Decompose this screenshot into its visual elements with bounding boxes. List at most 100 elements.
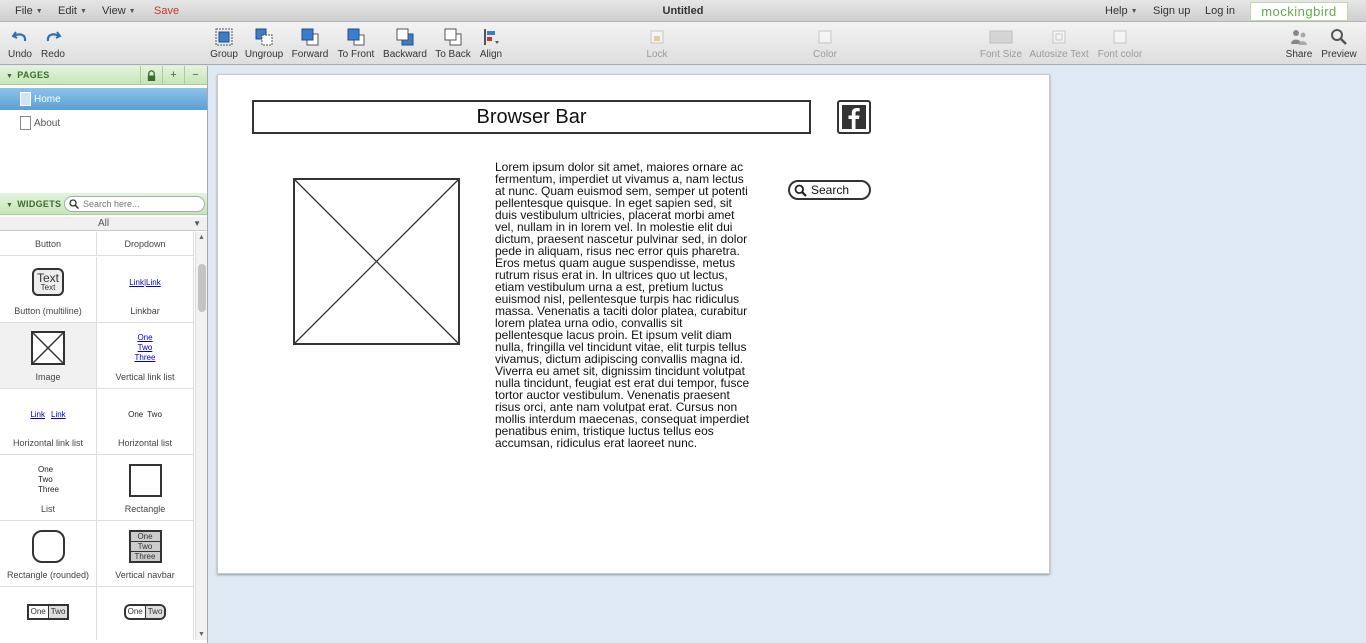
share-button[interactable]: Share xyxy=(1284,22,1314,65)
widget-horizontal-list[interactable]: One Two Horizontal list xyxy=(97,389,194,455)
forward-button[interactable]: Forward xyxy=(292,22,328,65)
widget-search-box[interactable] xyxy=(64,196,205,212)
bring-forward-icon xyxy=(301,28,319,46)
file-menu[interactable]: File ▼ xyxy=(15,5,43,17)
font-size-icon xyxy=(989,30,1013,44)
save-button[interactable]: Save xyxy=(154,5,179,17)
widget-vertical-link-list[interactable]: One Two Three Vertical link list xyxy=(97,323,194,389)
font-color-button[interactable]: Font color xyxy=(1097,22,1143,65)
font-size-button[interactable]: Font Size xyxy=(980,22,1022,65)
search-box-widget[interactable]: Search xyxy=(788,180,871,200)
paragraph-text-widget[interactable]: Lorem ipsum dolor sit amet, maiores orna… xyxy=(495,161,750,449)
widget-preview: One Two xyxy=(97,595,193,629)
edit-menu[interactable]: Edit ▼ xyxy=(58,5,87,17)
scrollbar-thumb[interactable] xyxy=(198,264,206,312)
file-menu-label: File xyxy=(15,5,33,17)
page-icon xyxy=(20,116,31,130)
mockup-canvas[interactable]: Browser Bar Lorem ipsum dolor sit amet, … xyxy=(217,74,1050,574)
autosize-text-button[interactable]: Autosize Text xyxy=(1029,22,1089,65)
search-label: Search xyxy=(811,183,850,197)
widget-preview: Link Link xyxy=(0,397,96,431)
widget-preview: Link | Link xyxy=(129,277,161,287)
preview-item: Two xyxy=(130,542,160,552)
share-icon xyxy=(1291,30,1307,45)
pages-header[interactable]: ▼ PAGES + − xyxy=(0,66,207,85)
ungroup-label: Ungroup xyxy=(244,49,284,60)
widget-label: Rectangle (rounded) xyxy=(6,570,90,580)
to-back-button[interactable]: To Back xyxy=(433,22,473,65)
ungroup-button[interactable]: Ungroup xyxy=(245,22,283,65)
view-menu-label: View xyxy=(102,5,126,17)
widget-label: Dropdown xyxy=(124,239,166,249)
widget-label: Rectangle xyxy=(124,504,166,514)
group-button[interactable]: Group xyxy=(208,22,240,65)
widget-button-multiline[interactable]: Text Text Button (multiline) xyxy=(0,257,97,323)
lock-label: Lock xyxy=(646,49,668,60)
image-placeholder-icon xyxy=(31,331,65,365)
preview-item: One xyxy=(126,606,146,618)
widget-button[interactable]: Button xyxy=(0,232,97,256)
log-in-link[interactable]: Log in xyxy=(1205,5,1235,17)
remove-page-button[interactable]: − xyxy=(184,66,206,85)
backward-button[interactable]: Backward xyxy=(383,22,427,65)
align-icon xyxy=(484,29,499,45)
mockingbird-logo[interactable]: mockingbird xyxy=(1250,2,1348,21)
help-menu[interactable]: Help ▼ xyxy=(1105,5,1138,17)
chevron-down-icon: ▼ xyxy=(79,8,87,15)
widget-preview: One Two Three xyxy=(0,463,96,497)
scroll-up-arrow-icon[interactable]: ▲ xyxy=(198,234,205,241)
facebook-icon[interactable] xyxy=(837,100,871,134)
widget-rectangle[interactable]: Rectangle xyxy=(97,455,194,521)
widget-preview: One Two Three xyxy=(97,331,193,365)
page-lock-button[interactable] xyxy=(140,66,162,85)
page-item-home[interactable]: Home xyxy=(0,88,207,110)
preview-link: One xyxy=(137,333,153,342)
widget-label: Vertical link list xyxy=(115,372,175,382)
align-button[interactable]: Align xyxy=(479,22,503,65)
widget-rounded-tab-bar[interactable]: One Two xyxy=(97,587,194,640)
browser-bar-widget[interactable]: Browser Bar xyxy=(252,100,811,134)
widget-linkbar[interactable]: Link | Link Linkbar xyxy=(97,257,194,323)
rounded-tab-bar-preview: One Two xyxy=(123,604,167,620)
page-item-about[interactable]: About xyxy=(0,112,207,134)
widget-label: Button xyxy=(34,239,62,249)
send-backward-icon xyxy=(396,28,414,46)
preview-item: One xyxy=(29,606,49,618)
image-placeholder-widget[interactable] xyxy=(293,178,460,345)
group-label: Group xyxy=(210,49,238,60)
widget-dropdown[interactable]: Dropdown xyxy=(97,232,194,256)
widget-list[interactable]: One Two Three List xyxy=(0,455,97,521)
to-front-button[interactable]: To Front xyxy=(335,22,377,65)
widget-preview xyxy=(0,331,96,365)
sign-up-link[interactable]: Sign up xyxy=(1153,5,1190,17)
widget-scrollbar[interactable]: ▲ ▼ xyxy=(195,232,207,640)
widget-vertical-navbar[interactable]: One Two Three Vertical navbar xyxy=(97,521,194,587)
font-size-label: Font Size xyxy=(979,49,1023,60)
scroll-down-arrow-icon[interactable]: ▼ xyxy=(198,631,205,638)
widgets-header-label: WIDGETS xyxy=(17,199,62,209)
bring-to-front-icon xyxy=(347,28,365,46)
to-front-label: To Front xyxy=(337,49,375,60)
widget-tab-bar[interactable]: One Two xyxy=(0,587,97,640)
widget-horizontal-link-list[interactable]: Link Link Horizontal link list xyxy=(0,389,97,455)
undo-button[interactable]: Undo xyxy=(6,22,34,65)
preview-item: Two xyxy=(48,606,68,618)
add-page-button[interactable]: + xyxy=(162,66,184,85)
lock-button[interactable]: Lock xyxy=(643,22,671,65)
widget-label: Horizontal link list xyxy=(12,438,84,448)
widget-image[interactable]: Image xyxy=(0,323,97,389)
redo-button[interactable]: Redo xyxy=(38,22,68,65)
preview-link: Link xyxy=(146,277,161,287)
preview-button[interactable]: Preview xyxy=(1320,22,1358,65)
color-label: Color xyxy=(813,49,837,60)
view-menu[interactable]: View ▼ xyxy=(102,5,136,17)
undo-icon xyxy=(11,31,27,42)
preview-text-line: Text xyxy=(36,271,59,285)
widget-filter-dropdown[interactable]: All ▼ xyxy=(0,217,207,231)
color-button[interactable]: Color xyxy=(810,22,840,65)
widget-search-input[interactable] xyxy=(83,198,198,210)
preview-item: Two xyxy=(38,475,53,484)
preview-link: Two xyxy=(137,343,153,352)
widget-rectangle-rounded[interactable]: Rectangle (rounded) xyxy=(0,521,97,587)
send-to-back-icon xyxy=(444,28,462,46)
